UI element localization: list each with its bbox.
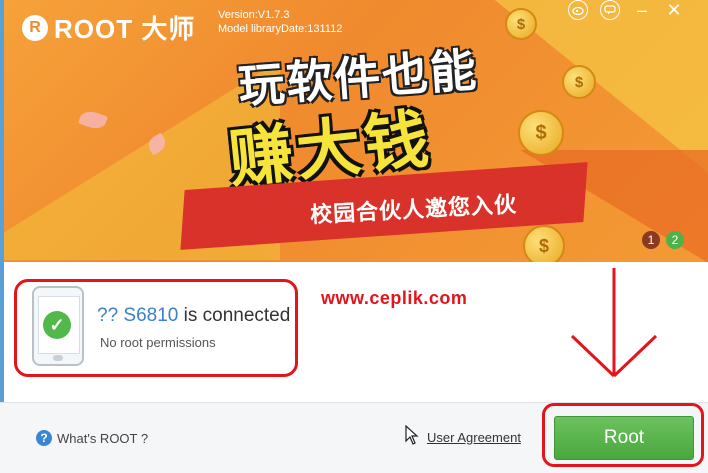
version-label: Version:V1.7.3 [218,9,290,21]
promo-banner[interactable]: $ $ $ $ R ROOT 大师 Version:V1.7.3 Model l… [0,0,708,262]
whats-root-link[interactable]: ? What's ROOT ? [36,430,148,446]
coin-icon: $ [518,110,564,156]
model-library-label: Model libraryDate:131112 [218,23,343,35]
app-logo: R ROOT 大师 [22,9,195,46]
close-button[interactable]: ✕ [664,0,684,20]
device-root-status: No root permissions [100,335,216,350]
coin-icon: $ [562,65,596,99]
weibo-icon[interactable] [568,0,588,20]
device-connection-line: ?? S6810 is connected [97,305,290,327]
arrow-down-icon [570,268,658,378]
device-connected-text: is connected [183,305,291,326]
banner-page-1[interactable]: 1 [642,231,660,249]
whats-root-label: What's ROOT ? [57,430,149,446]
phone-home-button [53,355,63,361]
device-name: ?? S6810 [97,305,179,326]
titlebar-buttons: – ✕ [568,0,684,20]
root-master-window: $ $ $ $ R ROOT 大师 Version:V1.7.3 Model l… [0,0,708,473]
coin-icon: $ [523,225,565,262]
watermark-text: www.ceplik.com [321,288,468,308]
logo-text: ROOT 大师 [54,14,196,44]
chat-bubble-icon[interactable] [600,0,620,20]
logo-badge-icon: R [22,14,48,41]
coin-icon: $ [505,8,537,40]
minimize-button[interactable]: – [632,0,652,20]
version-info: Version:V1.7.3 Model libraryDate:131112 [218,8,342,36]
root-button[interactable]: Root [554,416,694,460]
help-icon: ? [36,430,52,446]
banner-pager: 1 2 [642,231,684,249]
mouse-cursor-icon [405,425,419,445]
user-agreement-link[interactable]: User Agreement [427,430,521,445]
check-circle-icon: ✓ [43,311,71,339]
banner-page-2[interactable]: 2 [666,231,684,249]
